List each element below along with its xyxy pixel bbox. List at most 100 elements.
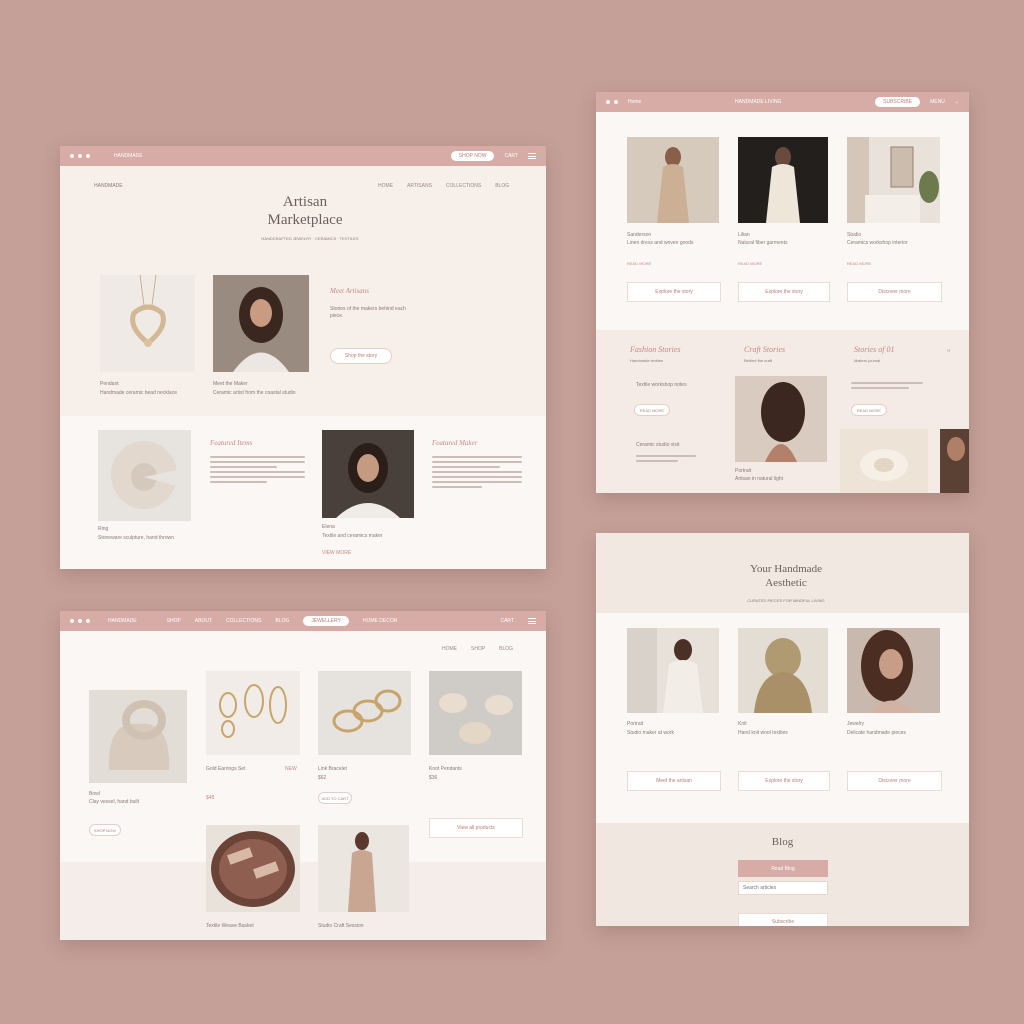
knit-image[interactable] (840, 429, 928, 493)
read-more-link[interactable]: READ MORE (847, 260, 871, 267)
nav-item[interactable]: HOME DECOR (363, 618, 397, 624)
nav-collections[interactable]: COLLECTIONS (446, 183, 481, 189)
portrait-image[interactable] (735, 376, 827, 462)
bottom-title: Studio Craft Session (318, 923, 364, 929)
feature-name: Bowl (89, 791, 100, 797)
card-name: Jewelry (847, 721, 864, 727)
knit-image[interactable] (738, 628, 828, 713)
section-sub: Makers journal (854, 358, 881, 363)
product-name: Pendant (100, 381, 119, 387)
blog-title: Blog (771, 836, 794, 848)
window-dots (606, 100, 618, 104)
home-link[interactable]: Home (628, 99, 641, 105)
caption-name: Portrait (735, 468, 752, 474)
nav-item[interactable]: ABOUT (195, 618, 212, 624)
shop-now-button[interactable]: SHOP NOW (89, 824, 121, 836)
nav-artisans[interactable]: ARTISANS (407, 183, 432, 189)
card-button[interactable]: Discover more (847, 282, 942, 302)
read-more-link[interactable]: READ MORE (627, 260, 651, 267)
artisan-portrait-image[interactable] (213, 275, 309, 372)
read-more-button[interactable]: READ MORE (634, 404, 670, 416)
subnav-home[interactable]: HOME (442, 646, 457, 652)
woven-basket-image[interactable] (206, 825, 300, 912)
nav-item-active[interactable]: JEWELLERY (303, 616, 349, 626)
nav-item[interactable]: SHOP (167, 618, 181, 624)
clay-bag-image[interactable] (89, 690, 187, 783)
mockup-home: HANDMADE SHOP NOW CART HANDMADE HOME ART… (60, 146, 546, 569)
section-sub: Handmade textiles (630, 358, 664, 363)
window-dots (70, 619, 90, 623)
read-more-button[interactable]: READ MORE (851, 404, 887, 416)
maker-portrait-image[interactable] (322, 430, 414, 518)
jewelry-portrait-image[interactable] (847, 628, 940, 713)
dress-image[interactable] (738, 137, 828, 223)
view-more-link[interactable]: VIEW MORE (322, 550, 351, 557)
hero-subtitle: HANDCRAFTED JEWELRY · CERAMICS · TEXTILE… (261, 236, 359, 241)
portrait-image[interactable] (627, 628, 719, 713)
card-desc: Ceramics workshop interior (847, 240, 908, 246)
bracelet-image[interactable] (318, 671, 411, 755)
section-sub: Behind the craft (744, 358, 773, 363)
lower-band (60, 862, 546, 940)
card-button[interactable]: Explore the story (738, 771, 830, 791)
card-button[interactable]: Discover more (847, 771, 942, 791)
knot-pendants-image[interactable] (429, 671, 522, 755)
brand-label: HANDMADE (108, 618, 137, 624)
window-dots (70, 154, 90, 158)
top-bar: HANDMADE SHOP NOW CART (60, 146, 546, 166)
menu-icon[interactable] (528, 618, 536, 624)
product-name: Meet the Maker (213, 381, 248, 387)
subnav-shop[interactable]: SHOP (471, 646, 485, 652)
card-button[interactable]: Meet the artisan (627, 771, 721, 791)
shop-now-button[interactable]: SHOP NOW (450, 151, 495, 161)
menu-link[interactable]: MENU (930, 99, 945, 105)
card-button[interactable]: Explore the story (627, 282, 721, 302)
item-title: Gold Earrings Set (206, 766, 246, 772)
item-price: $48 (206, 795, 215, 801)
site-title: HANDMADE LIVING (735, 99, 782, 105)
card-name: Knit (738, 721, 747, 727)
list-text (636, 455, 696, 465)
chevron-right-icon[interactable]: ›› (947, 348, 950, 355)
subnav-blog[interactable]: BLOG (499, 646, 513, 652)
view-all-button[interactable]: View all products (429, 818, 523, 838)
list-item[interactable]: Ceramic studio visit (636, 442, 716, 449)
fashion-image[interactable] (627, 137, 719, 223)
subscribe-button[interactable]: Subscribe (738, 913, 828, 926)
item-desc: Textile and ceramics maker (322, 533, 383, 539)
list-item[interactable]: Textile workshop notes (636, 382, 716, 389)
studio-session-image[interactable] (318, 825, 409, 912)
ceramic-ring-image[interactable] (98, 430, 191, 521)
nav-home[interactable]: HOME (378, 183, 393, 189)
nav-item[interactable]: COLLECTIONS (226, 618, 261, 624)
studio-interior-image[interactable] (847, 137, 940, 223)
read-more-link[interactable]: READ MORE (738, 260, 762, 267)
chevron-down-icon[interactable]: ⌄ (955, 99, 959, 105)
nav-blog[interactable]: BLOG (495, 183, 509, 189)
item-name: Ring (98, 526, 109, 532)
section-text (432, 456, 522, 491)
card-name: Studio (847, 232, 862, 238)
necklace-image[interactable] (100, 275, 195, 372)
main-nav: HOME ARTISANS COLLECTIONS BLOG (378, 183, 509, 189)
card-button[interactable]: Explore the story (738, 282, 830, 302)
search-input[interactable] (738, 881, 828, 895)
read-blog-button[interactable]: Read Blog (738, 860, 828, 877)
section-title: Stories of 01 (854, 345, 895, 354)
nav-item[interactable]: BLOG (275, 618, 289, 624)
subscribe-button[interactable]: SUBSCRIBE (875, 97, 921, 107)
card-desc: Hand knit wool textiles (738, 730, 788, 736)
caption-desc: Artisan in natural light (735, 476, 784, 482)
cart-link[interactable]: CART (500, 618, 514, 624)
earrings-image[interactable] (206, 671, 300, 755)
section-title: Featured Items (210, 439, 253, 447)
add-to-cart-button[interactable]: ADD TO CART (318, 792, 352, 804)
section-text (210, 456, 305, 486)
feature-button[interactable]: Shop the story (330, 348, 392, 364)
hero-title-1: Your Handmade (750, 563, 822, 575)
item-name: Elena (322, 524, 335, 530)
cart-link[interactable]: CART (504, 153, 518, 159)
card-desc: Studio maker at work (627, 730, 674, 736)
menu-icon[interactable] (528, 153, 536, 159)
model-image[interactable] (940, 429, 969, 493)
